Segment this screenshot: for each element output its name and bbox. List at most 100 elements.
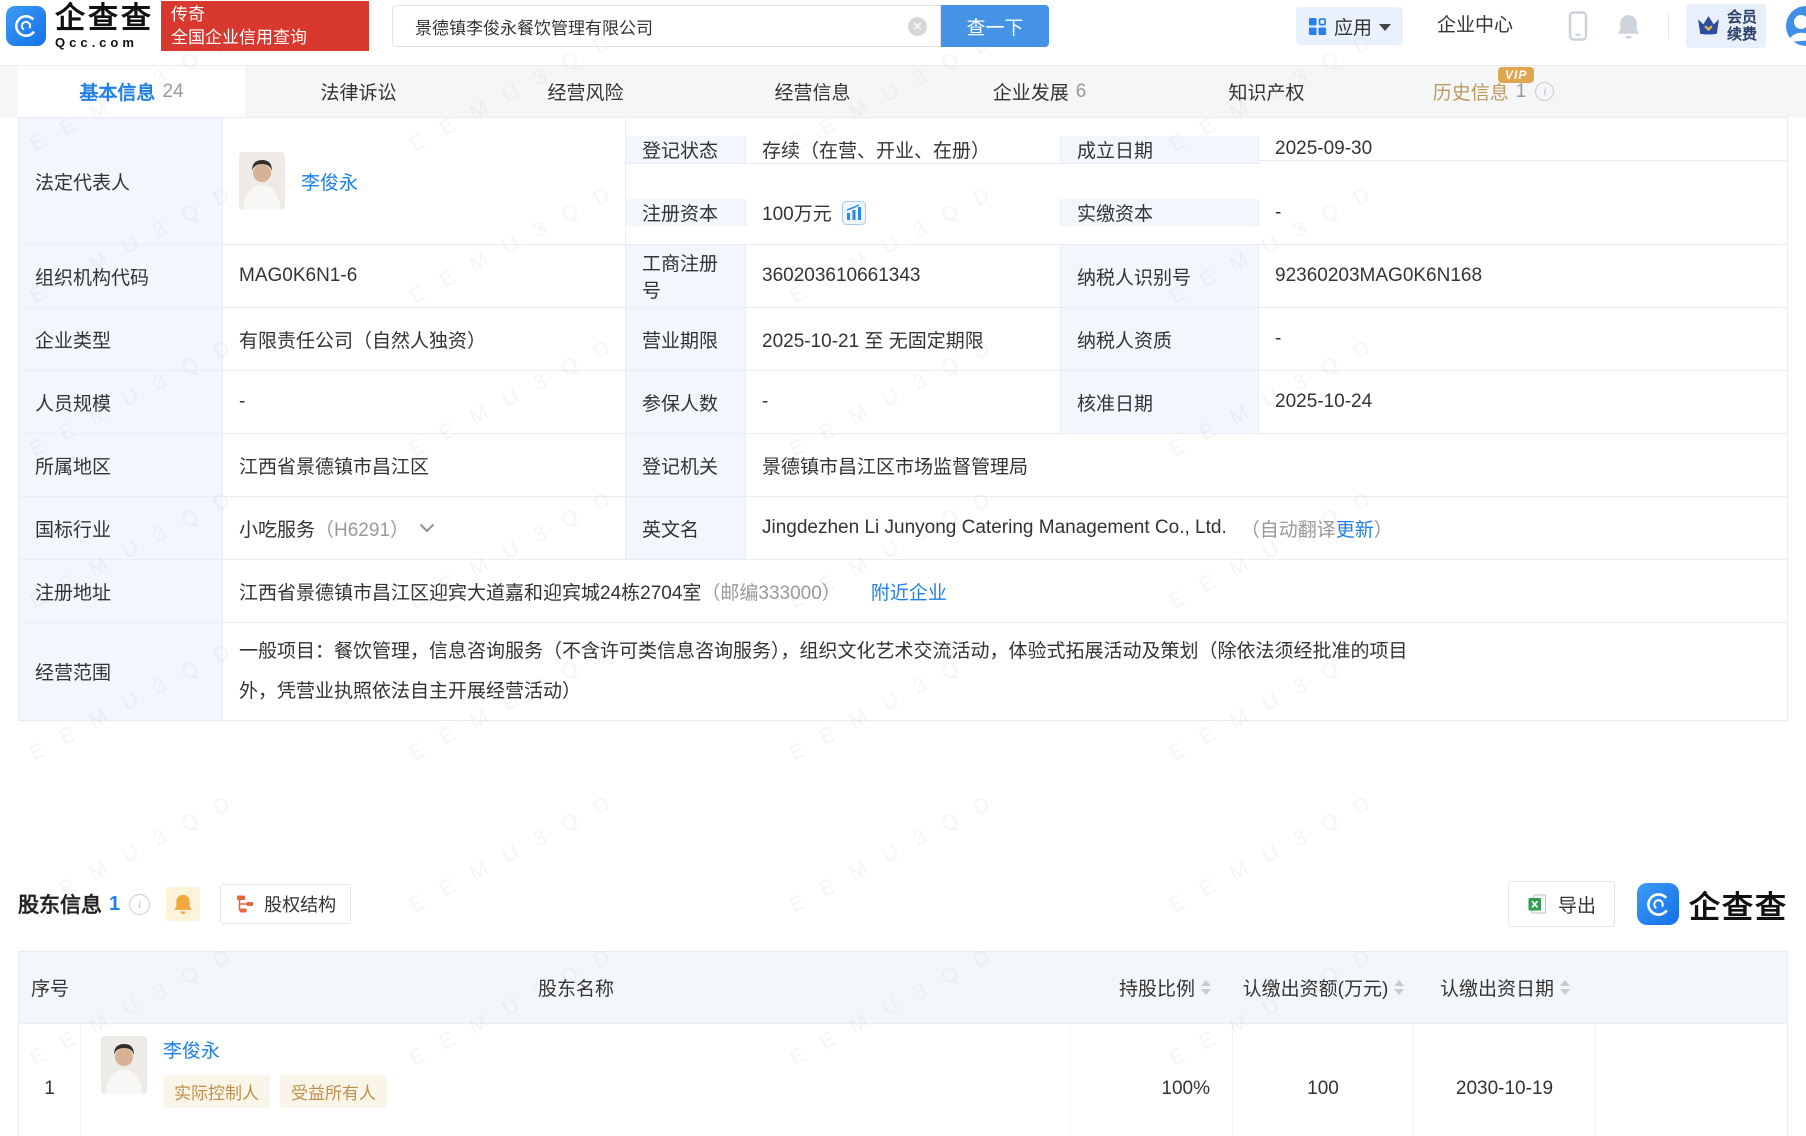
staff-size-value: - bbox=[223, 371, 626, 433]
reg-capital-cell: 100万元 bbox=[746, 199, 1061, 226]
table-row: 人员规模 - 参保人数 - 核准日期 2025-10-24 bbox=[19, 371, 1787, 434]
equity-structure-button[interactable]: 股权结构 bbox=[220, 884, 352, 924]
legal-rep-photo[interactable] bbox=[239, 152, 285, 210]
capital-trend-chart-icon[interactable] bbox=[841, 200, 866, 225]
business-scope-label: 经营范围 bbox=[19, 623, 223, 720]
translate-update-link[interactable]: 更新 bbox=[1336, 515, 1374, 542]
promo-line1: 传奇 bbox=[171, 5, 205, 24]
enterprise-center-link[interactable]: 企业中心 bbox=[1437, 0, 1513, 52]
column-header-amount[interactable]: 认缴出资额(万元) bbox=[1233, 952, 1414, 1023]
info-icon[interactable]: i bbox=[129, 893, 151, 915]
table-row: 国标行业 小吃服务 （H6291） 英文名 Jingdezhen Li Juny… bbox=[19, 497, 1787, 560]
search-input[interactable] bbox=[392, 5, 941, 47]
shareholder-filler bbox=[1596, 1024, 1787, 1136]
excel-icon bbox=[1528, 894, 1546, 914]
est-date-label: 成立日期 bbox=[1061, 135, 1259, 164]
industry-label: 国标行业 bbox=[19, 497, 223, 559]
sort-icon[interactable] bbox=[1201, 980, 1211, 995]
legal-rep-subgrid: 登记状态 存续（在营、开业、在册） 成立日期 2025-09-30 注册资本 1… bbox=[626, 118, 1787, 244]
approval-date-value: 2025-10-24 bbox=[1275, 391, 1373, 412]
industry-code: （H6291） bbox=[315, 519, 410, 541]
promo-line2: 全国企业信用查询 bbox=[171, 28, 307, 47]
membership-renewal-button[interactable]: 会员 续费 bbox=[1686, 4, 1767, 48]
industry-cell: 小吃服务 （H6291） bbox=[223, 497, 626, 559]
shareholders-table: 序号 股东名称 持股比例 认缴出资额(万元) 认缴出资日期 1 李俊永 实际控制… bbox=[18, 951, 1788, 1136]
vip-crown-icon bbox=[1698, 15, 1719, 34]
org-code-label: 组织机构代码 bbox=[19, 245, 223, 307]
shareholder-photo[interactable] bbox=[101, 1036, 147, 1094]
approval-date-label: 核准日期 bbox=[1061, 371, 1259, 433]
qcc-logo-icon[interactable] bbox=[6, 6, 46, 46]
industry-expand-chevron-icon[interactable] bbox=[419, 523, 435, 533]
shareholder-name-link[interactable]: 李俊永 bbox=[163, 1041, 220, 1062]
brand-name: 企查查 bbox=[55, 1, 154, 35]
table-row: 所属地区 江西省景德镇市昌江区 登记机关 景德镇市昌江区市场监督管理局 bbox=[19, 434, 1787, 497]
tab-basic-info[interactable]: 基本信息 24 bbox=[18, 66, 245, 117]
qcc-logo-text[interactable]: 企查查 Qcc.com bbox=[55, 1, 154, 50]
column-header-date[interactable]: 认缴出资日期 bbox=[1414, 952, 1596, 1023]
business-scope-cell: 一般项目：餐饮管理，信息咨询服务（不含许可类信息咨询服务），组织文化艺术交流活动… bbox=[223, 623, 1787, 720]
column-header-no: 序号 bbox=[30, 979, 69, 1000]
nearby-companies-link[interactable]: 附近企业 bbox=[871, 578, 947, 605]
legal-rep-name-link[interactable]: 李俊永 bbox=[301, 168, 358, 195]
company-type-label: 企业类型 bbox=[19, 308, 223, 370]
tag-beneficial-owner: 受益所有人 bbox=[280, 1075, 387, 1108]
tab-operation-risk[interactable]: 经营风险 bbox=[472, 66, 699, 117]
apps-label: 应用 bbox=[1334, 17, 1373, 39]
sort-icon[interactable] bbox=[1394, 980, 1405, 995]
table-row: 企业类型 有限责任公司（自然人独资） 营业期限 2025-10-21 至 无固定… bbox=[19, 308, 1787, 371]
shareholder-name-cell: 李俊永 实际控制人 受益所有人 bbox=[81, 1024, 1071, 1136]
biz-term-label: 营业期限 bbox=[626, 308, 746, 370]
search-button[interactable]: 查一下 bbox=[941, 5, 1049, 47]
sort-icon[interactable] bbox=[1560, 980, 1570, 995]
apps-grid-icon bbox=[1308, 17, 1327, 35]
english-name-value: Jingdezhen Li Junyong Catering Managemen… bbox=[762, 517, 1227, 538]
notifications-bell-icon[interactable] bbox=[1616, 13, 1641, 45]
address-label: 注册地址 bbox=[19, 560, 223, 622]
paid-capital-value: - bbox=[1275, 201, 1282, 223]
legal-rep-cell: 李俊永 bbox=[223, 118, 626, 244]
auto-translate-note-close: ） bbox=[1373, 519, 1393, 541]
header-divider bbox=[1668, 13, 1669, 39]
tab-company-development[interactable]: 企业发展 6 bbox=[926, 66, 1153, 117]
shareholder-row: 1 李俊永 实际控制人 受益所有人 100% 100 2030-10-19 bbox=[19, 1024, 1787, 1136]
shareholder-amount: 100 bbox=[1233, 1024, 1414, 1136]
shareholders-section-header: 股东信息 1 i 股权结构 导出 企查查 bbox=[18, 881, 1788, 927]
org-chart-icon bbox=[237, 895, 254, 913]
apps-menu-button[interactable]: 应用 bbox=[1296, 7, 1404, 45]
table-row: 组织机构代码 MAG0K6N1-6 工商注册号 360203610661343 … bbox=[19, 245, 1787, 308]
subscribe-bell-icon[interactable] bbox=[166, 887, 201, 921]
authority-label: 登记机关 bbox=[626, 434, 746, 496]
tab-legal-litigation[interactable]: 法律诉讼 bbox=[245, 66, 472, 117]
industry-value: 小吃服务 bbox=[239, 519, 316, 541]
tab-intellectual-property[interactable]: 知识产权 bbox=[1153, 66, 1380, 117]
address-value: 江西省景德镇市昌江区迎宾大道嘉和迎宾城24栋2704室 bbox=[239, 582, 702, 604]
tag-actual-controller: 实际控制人 bbox=[163, 1075, 270, 1108]
shareholder-tags: 实际控制人 受益所有人 bbox=[163, 1075, 387, 1108]
brand-domain: Qcc.com bbox=[55, 34, 138, 50]
shareholder-no: 1 bbox=[19, 1024, 81, 1136]
tab-business-info[interactable]: 经营信息 bbox=[699, 66, 926, 117]
biz-reg-no-label: 工商注册号 bbox=[626, 245, 746, 307]
column-header-filler bbox=[1596, 952, 1787, 1023]
taxpayer-qual-value: - bbox=[1275, 328, 1282, 349]
search-bar: ✕ bbox=[392, 5, 941, 47]
table-row: 经营范围 一般项目：餐饮管理，信息咨询服务（不含许可类信息咨询服务），组织文化艺… bbox=[19, 623, 1787, 720]
section-tab-bar: 基本信息 24 法律诉讼 经营风险 经营信息 企业发展 6 知识产权 VIP 历史信… bbox=[0, 65, 1806, 117]
promo-badge: 传奇 全国企业信用查询 bbox=[161, 1, 369, 51]
info-icon[interactable]: i bbox=[1535, 82, 1555, 101]
export-button[interactable]: 导出 bbox=[1507, 881, 1615, 927]
reg-status-value: 存续（在营、开业、在册） bbox=[746, 135, 1061, 164]
column-header-ratio[interactable]: 持股比例 bbox=[1071, 952, 1233, 1023]
mobile-app-icon[interactable] bbox=[1568, 11, 1588, 46]
customer-service-icon[interactable] bbox=[1786, 6, 1806, 46]
shareholder-name-block: 李俊永 实际控制人 受益所有人 bbox=[163, 1036, 387, 1108]
tab-history-info[interactable]: VIP 历史信息 1 i bbox=[1380, 66, 1607, 117]
column-header-name: 股东名称 bbox=[537, 979, 614, 1000]
paid-capital-label: 实缴资本 bbox=[1061, 199, 1259, 226]
clear-search-icon[interactable]: ✕ bbox=[908, 17, 927, 36]
region-value: 江西省景德镇市昌江区 bbox=[223, 434, 626, 496]
reg-capital-label: 注册资本 bbox=[626, 199, 746, 226]
basic-info-table: 法定代表人 李俊永 登记状态 存续（在营、开业、在册） 成立日期 2025-09… bbox=[18, 117, 1788, 721]
staff-size-label: 人员规模 bbox=[19, 371, 223, 433]
